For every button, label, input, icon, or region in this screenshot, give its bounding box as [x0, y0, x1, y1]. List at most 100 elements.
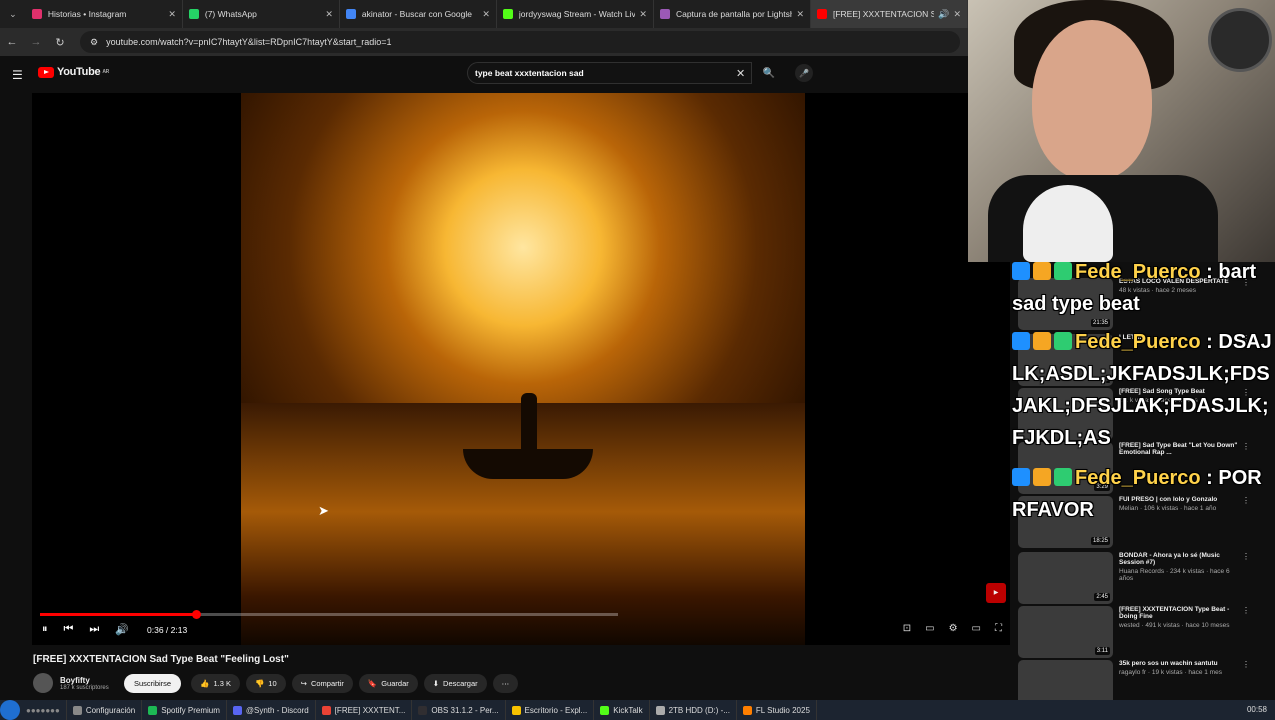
tab-lightshot[interactable]: Captura de pantalla por Lightsh ✕	[654, 0, 811, 28]
mic-icon[interactable]: 🎤	[795, 64, 813, 82]
back-icon[interactable]: ←	[0, 36, 24, 48]
close-icon[interactable]: ✕	[953, 9, 961, 20]
channel-avatar[interactable]	[33, 673, 53, 693]
close-icon[interactable]: ✕	[482, 9, 490, 20]
drive-icon	[655, 705, 665, 715]
tab-instagram[interactable]: Historias • Instagram ✕	[26, 0, 183, 28]
taskbar-item[interactable]: @Synth - Discord	[227, 700, 316, 720]
whatsapp-icon	[188, 9, 199, 19]
kicktalk-icon	[600, 705, 610, 715]
taskbar-item[interactable]: Spotify Premium	[142, 700, 227, 720]
video-player[interactable]: ➤ ▶ ⏸ ⏮ ⏭ 🔊 0:36 / 2:13 ⊡ ▭ ⚙ ▭ ⛶	[32, 93, 1010, 645]
tab-youtube[interactable]: [FREE] XXXTENTACION Sad🔊✕	[810, 0, 969, 28]
video-title: [FREE] XXXTENTACION Sad Type Beat "Feeli…	[33, 654, 289, 665]
chat-message: Fede_Puerco : DSAJLK;ASDL;JKFADSJLK;FDSJ…	[1012, 331, 1272, 449]
taskbar-item[interactable]: [FREE] XXXTENT...	[316, 700, 413, 720]
youtube-icon	[816, 9, 827, 19]
streamer-face	[1032, 20, 1152, 180]
taskbar-pinned-icons: ●●●●●●●	[20, 700, 67, 720]
like-button[interactable]: 👍 1.3 K	[191, 673, 240, 693]
tab-kick[interactable]: jordyyswag Stream - Watch Liv ✕	[497, 0, 654, 28]
url-field[interactable]: ⚙ youtube.com/watch?v=pnIC7htaytY&list=RD…	[80, 31, 960, 53]
download-button[interactable]: ⬇ Descargar	[423, 673, 487, 693]
figure-silhouette	[521, 393, 537, 453]
badge-icon	[1054, 468, 1072, 486]
video-thumbnail[interactable]: 3:11	[1018, 606, 1113, 658]
close-icon[interactable]: ✕	[168, 9, 176, 20]
spotify-icon	[148, 705, 158, 715]
start-icon[interactable]	[0, 700, 20, 720]
search-icon[interactable]: 🔍	[755, 62, 783, 84]
youtube-play-icon	[38, 66, 54, 78]
reload-icon[interactable]: ↻	[48, 36, 72, 49]
player-right-controls: ⊡ ▭ ⚙ ▭ ⛶	[889, 623, 1002, 634]
tab-whatsapp[interactable]: (7) WhatsApp ✕	[183, 0, 340, 28]
more-actions-button[interactable]: ⋯	[492, 673, 519, 693]
folder-icon	[511, 705, 521, 715]
share-button[interactable]: ↪ Compartir	[291, 673, 353, 693]
search-input[interactable]: type beat xxxtentacion sad	[467, 62, 752, 84]
tab-google[interactable]: akinator - Buscar con Google ✕	[340, 0, 497, 28]
list-item[interactable]: 2:45 BONDAR - Ahora ya lo sé (Music Sessi…	[1018, 552, 1268, 608]
fan-image	[1208, 8, 1272, 72]
clear-search-icon[interactable]: ✕	[736, 67, 745, 80]
menu-icon[interactable]: ☰	[12, 68, 23, 82]
chat-message: Fede_Puerco : POR RFAVOR	[1012, 467, 1262, 521]
channel-watermark-icon[interactable]: ▶	[986, 583, 1006, 603]
channel-name-block[interactable]: Boyfifty 187 k suscriptores	[60, 676, 122, 691]
close-icon[interactable]: ✕	[639, 9, 647, 20]
player-controls: ⏸ ⏮ ⏭ 🔊 0:36 / 2:13	[42, 623, 203, 636]
lightshot-icon	[659, 9, 670, 19]
google-icon	[345, 9, 356, 19]
badge-icon	[1033, 468, 1051, 486]
settings-icon[interactable]: ⚙	[949, 623, 958, 634]
clock: 00:58	[1246, 705, 1267, 714]
more-icon[interactable]: ⋮	[1242, 552, 1250, 608]
obs-icon	[418, 705, 428, 715]
badge-icon	[1012, 262, 1030, 280]
badge-icon	[1054, 332, 1072, 350]
close-icon[interactable]: ✕	[796, 9, 804, 20]
taskbar-item[interactable]: 2TB HDD (D:) -...	[650, 700, 737, 720]
video-thumbnail[interactable]: 2:45	[1018, 552, 1113, 604]
pause-icon[interactable]: ⏸	[42, 623, 48, 636]
subtitles-icon[interactable]: ▭	[925, 623, 934, 634]
channel-row: Boyfifty 187 k suscriptores Suscribirse 👍…	[33, 672, 993, 694]
speaker-icon[interactable]: 🔊	[938, 9, 949, 20]
forward-icon[interactable]: →	[24, 36, 48, 48]
taskbar-item[interactable]: Escritorio - Expl...	[506, 700, 595, 720]
thumbs-up-icon: 👍	[200, 678, 210, 688]
subscribe-button[interactable]: Suscribirse	[124, 673, 182, 693]
thumbs-down-icon: 👎	[254, 678, 265, 688]
previous-icon[interactable]: ⏮	[64, 623, 74, 636]
instagram-icon	[31, 9, 42, 19]
scrubber-handle[interactable]	[192, 610, 202, 619]
taskbar-item[interactable]: KickTalk	[594, 700, 650, 720]
next-icon[interactable]: ⏭	[89, 623, 99, 636]
taskbar-item[interactable]: Configuración	[67, 700, 143, 720]
close-icon[interactable]: ✕	[325, 9, 333, 20]
more-icon[interactable]: ⋮	[1242, 606, 1250, 662]
boat-silhouette	[463, 449, 593, 479]
taskbar-item[interactable]: FL Studio 2025	[737, 700, 817, 720]
tab-search-icon[interactable]: ⌄	[0, 0, 26, 28]
site-info-icon[interactable]: ⚙	[90, 37, 98, 48]
volume-icon[interactable]: 🔊	[115, 623, 129, 636]
list-item[interactable]: 3:11 [FREE] XXXTENTACION Type Beat - Doin…	[1018, 606, 1268, 662]
autoplay-icon[interactable]: ⊡	[903, 623, 911, 634]
fullscreen-icon[interactable]: ⛶	[995, 623, 1002, 634]
youtube-logo[interactable]: YouTube AR	[38, 66, 109, 78]
theater-icon[interactable]: ▭	[972, 623, 981, 634]
bookmark-icon: 🔖	[367, 678, 378, 688]
badge-icon	[1012, 332, 1030, 350]
taskbar: ●●●●●●● Configuración Spotify Premium @S…	[0, 700, 1275, 720]
progress-bar[interactable]	[40, 610, 618, 619]
save-button[interactable]: 🔖 Guardar	[358, 673, 418, 693]
video-frame	[241, 93, 805, 645]
badge-icon	[1054, 262, 1072, 280]
kick-icon	[502, 9, 513, 19]
taskbar-item[interactable]: OBS 31.1.2 - Per...	[412, 700, 506, 720]
dislike-button[interactable]: 👎 10	[245, 673, 286, 693]
webcam-overlay	[968, 0, 1275, 262]
mouse-cursor-icon: ➤	[318, 503, 329, 518]
